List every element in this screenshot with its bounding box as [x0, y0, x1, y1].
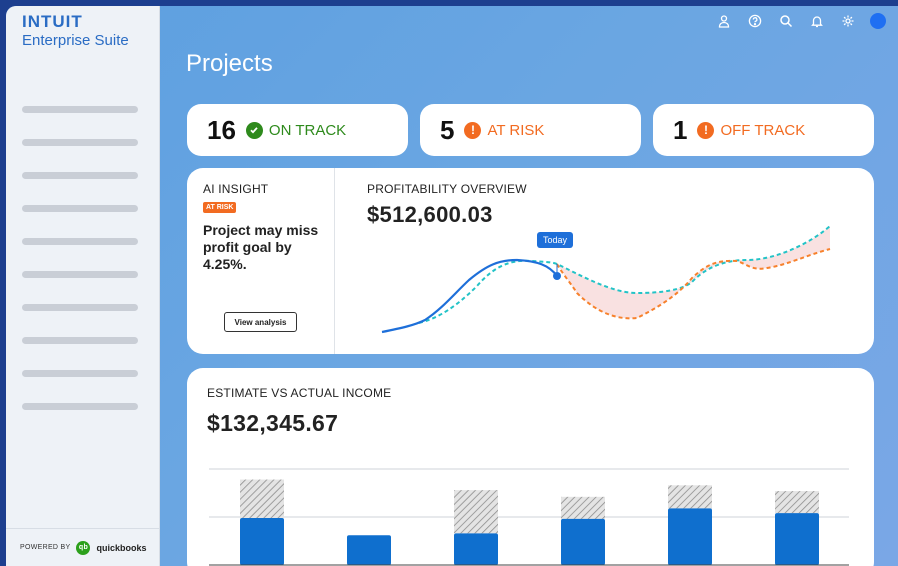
avatar[interactable]	[870, 13, 886, 29]
check-icon	[245, 121, 263, 139]
income-bar-chart	[209, 468, 849, 566]
sidebar-item-8[interactable]	[22, 337, 138, 344]
off-track-count: 1	[673, 114, 688, 145]
actual-bar[interactable]	[240, 517, 284, 565]
quickbooks-wordmark: quickbooks	[96, 542, 147, 553]
sidebar-item-10[interactable]	[22, 403, 138, 410]
sidebar-item-4[interactable]	[22, 205, 138, 212]
actual-bar[interactable]	[454, 533, 498, 565]
actual-bar[interactable]	[347, 535, 391, 565]
powered-by-label: POWERED BY	[20, 544, 71, 551]
quickbooks-logo-icon: qb	[76, 540, 91, 555]
estimate-bar	[775, 491, 819, 514]
forecast-gap-area	[557, 226, 830, 319]
status-card-on-track[interactable]: 16 ON TRACK	[187, 104, 408, 156]
search-icon[interactable]	[777, 12, 795, 30]
today-tooltip: Today	[537, 232, 574, 248]
exclamation-icon: !	[697, 121, 715, 139]
brand-suite-name: Enterprise Suite	[22, 32, 129, 49]
exclamation-icon: !	[464, 121, 482, 139]
sidebar-item-6[interactable]	[22, 271, 138, 278]
actual-line	[381, 258, 558, 334]
sidebar-footer: POWERED BY qb quickbooks	[6, 528, 160, 566]
sidebar-item-2[interactable]	[22, 139, 138, 146]
settings-icon[interactable]	[839, 12, 857, 30]
status-card-off-track[interactable]: 1 ! OFF TRACK	[653, 104, 874, 156]
user-icon[interactable]	[715, 12, 733, 30]
estimate-bar	[454, 490, 498, 534]
bell-icon[interactable]	[808, 12, 826, 30]
income-panel: ESTIMATE VS ACTUAL INCOME $132,345.67	[187, 368, 874, 566]
sidebar-item-3[interactable]	[22, 172, 138, 179]
on-track-count: 16	[207, 114, 236, 145]
help-icon[interactable]	[746, 12, 764, 30]
today-marker	[553, 272, 561, 280]
at-risk-count: 5	[440, 114, 455, 145]
sidebar-item-5[interactable]	[22, 238, 138, 245]
on-track-label: ON TRACK	[268, 121, 347, 139]
sidebar-item-9[interactable]	[22, 370, 138, 377]
app-window: INTUIT Enterprise Suite POWERED BY qb qu…	[6, 6, 898, 566]
estimate-bar	[240, 479, 284, 518]
profitability-chart	[381, 225, 831, 334]
sidebar: INTUIT Enterprise Suite POWERED BY qb qu…	[6, 6, 160, 566]
page-title: Projects	[186, 50, 273, 77]
estimate-bar	[561, 496, 605, 519]
brand: INTUIT Enterprise Suite	[22, 12, 129, 49]
sidebar-item-1[interactable]	[22, 106, 138, 113]
actual-bar[interactable]	[668, 508, 712, 565]
sidebar-item-7[interactable]	[22, 304, 138, 311]
at-risk-label: AT RISK	[487, 121, 545, 139]
insight-panel: AI INSIGHT AT RISK Project may miss prof…	[187, 168, 874, 354]
top-toolbar	[715, 12, 886, 30]
actual-bar[interactable]	[775, 513, 819, 565]
status-card-at-risk[interactable]: 5 ! AT RISK	[420, 104, 641, 156]
off-track-label: OFF TRACK	[720, 121, 806, 139]
estimate-bar	[668, 485, 712, 509]
intuit-logo: INTUIT	[22, 12, 83, 31]
actual-bar[interactable]	[561, 518, 605, 565]
